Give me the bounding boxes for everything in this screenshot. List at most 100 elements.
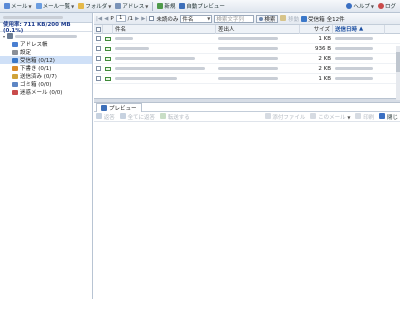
size-cell: 936 B [314,45,331,52]
row-checkbox[interactable] [96,76,101,81]
address-label: アドレス [122,4,145,10]
paperclip-icon [264,112,271,119]
search-button[interactable]: 検索 [256,14,279,23]
logout-label: ログ [384,4,396,10]
account-icon [7,33,14,39]
row-checkbox-cell[interactable] [94,64,103,74]
row-checkbox-cell[interactable] [94,44,103,54]
first-page-icon[interactable]: |◀ [96,16,102,22]
from-cell [216,74,300,84]
folder-label: アドレス帳 [20,42,48,48]
date-blurred [335,47,373,50]
attachments-button[interactable]: 添付ファイル [264,112,305,121]
from-blurred [218,47,278,50]
row-checkbox[interactable] [96,56,101,61]
scrollbar-thumb[interactable] [396,52,400,72]
tab-preview-label: プレビュー [109,105,137,112]
sort-ascending-icon: ▲ [359,26,364,32]
row-checkbox-cell[interactable] [94,34,103,44]
select-all-cell[interactable] [94,24,103,34]
row-checkbox[interactable] [96,36,101,41]
folder-item-sent[interactable]: 送信済み (0/7) [0,72,92,80]
subject-cell [113,64,216,74]
close-preview-button[interactable]: 閉じ [379,112,398,121]
size-column-header[interactable]: サイズ [300,24,333,34]
folder-button[interactable]: フォルダ ▼ [76,1,113,12]
page-total: /1 [127,15,134,22]
from-cell [216,64,300,74]
reply-button[interactable]: 返答 [96,112,115,121]
from-blurred [218,57,278,60]
subject-cell [113,74,216,84]
mail-list-scrollbar[interactable] [396,46,400,100]
search-input[interactable]: 検索文字列 [214,14,255,23]
from-column-header[interactable]: 差出人 [216,24,300,34]
mail-icon-cell [103,64,113,74]
account-name-blurred [15,34,78,38]
new-mail-button[interactable]: 新規 [155,1,177,12]
forward-icon [160,112,167,119]
date-blurred [335,77,373,80]
mail-row[interactable]: 2 KB [94,64,400,74]
row-checkbox[interactable] [96,46,101,51]
from-blurred [218,37,278,40]
folder-item-drafts[interactable]: 下書き (0/1) [0,64,92,72]
print-button[interactable]: 印刷 [355,112,374,121]
mail-row[interactable]: 2 KB [94,54,400,64]
mail-list-button[interactable]: メール一覧 ▼ [34,1,77,12]
preview-toolbar: 返答 全てに返答 転送する 添付ファイル このメール ▼ 印刷 閉じ [94,112,400,122]
mail-row[interactable]: 936 B [94,44,400,54]
move-icon [280,14,287,21]
move-button[interactable]: 移動 [280,14,299,23]
logout-button[interactable]: ログ [376,1,398,12]
date-column-header[interactable]: 送信日時 ▲ [333,24,385,34]
folder-item-address-book[interactable]: アドレス帳 [0,40,92,48]
mail-read-icon [105,46,111,51]
mail-menu-button[interactable]: メール ▼ [2,1,34,12]
subject-column-header[interactable]: 件名 [113,24,216,34]
subject-blurred [115,77,177,80]
from-cell [216,34,300,44]
address-button[interactable]: アドレス ▼ [113,1,150,12]
help-button[interactable]: ヘルプ ▼ [344,1,376,12]
current-folder-label: 受信箱 [308,16,325,23]
forward-button[interactable]: 転送する [160,112,190,121]
mail-read-icon [105,76,111,81]
chevron-down-icon: ▼ [28,3,32,9]
last-page-icon[interactable]: ▶| [141,16,147,22]
subject-cell [113,54,216,64]
size-cell: 2 KB [318,55,331,62]
search-field-select[interactable]: 件名 ▼ [180,14,213,23]
mail-row[interactable]: 1 KB [94,34,400,44]
unread-only-checkbox[interactable] [149,16,155,21]
folder-item-spam[interactable]: 迷惑メール (0/0) [0,88,92,96]
next-page-icon[interactable]: ▶ [135,16,139,22]
row-checkbox-cell[interactable] [94,74,103,84]
prev-page-icon[interactable]: ◀ [104,16,108,22]
chevron-down-icon: ▼ [71,3,75,9]
drafts-icon [12,65,18,71]
this-mail-button[interactable]: このメール ▼ [310,112,350,121]
row-checkbox[interactable] [96,66,101,71]
toolbar-divider [152,1,154,11]
icon-column-header [103,24,113,34]
mail-row[interactable]: 1 KB [94,74,400,84]
folder-item-settings[interactable]: 設定 [0,48,92,56]
folder-item-trash[interactable]: ゴミ箱 (0/0) [0,80,92,88]
collapse-icon: ▾ [3,33,6,39]
auto-preview-button[interactable]: 自動プレビュー [177,1,227,12]
folder-label: フォルダ [85,4,108,10]
size-cell: 1 KB [318,35,331,42]
mail-list-label: メール一覧 [42,4,71,10]
page-input[interactable]: 1 [115,15,126,22]
tab-preview[interactable]: プレビュー [96,102,142,112]
preview-tabbar: プレビュー [94,102,400,112]
row-checkbox-cell[interactable] [94,54,103,64]
select-all-checkbox[interactable] [95,26,101,32]
folder-label: 設定 [20,50,32,56]
help-label: ヘルプ [353,4,370,10]
date-cell [333,54,385,64]
reply-all-button[interactable]: 全てに返答 [119,112,155,121]
spam-icon [12,89,18,95]
folder-item-inbox[interactable]: 受信箱 (0/12) [0,56,92,64]
